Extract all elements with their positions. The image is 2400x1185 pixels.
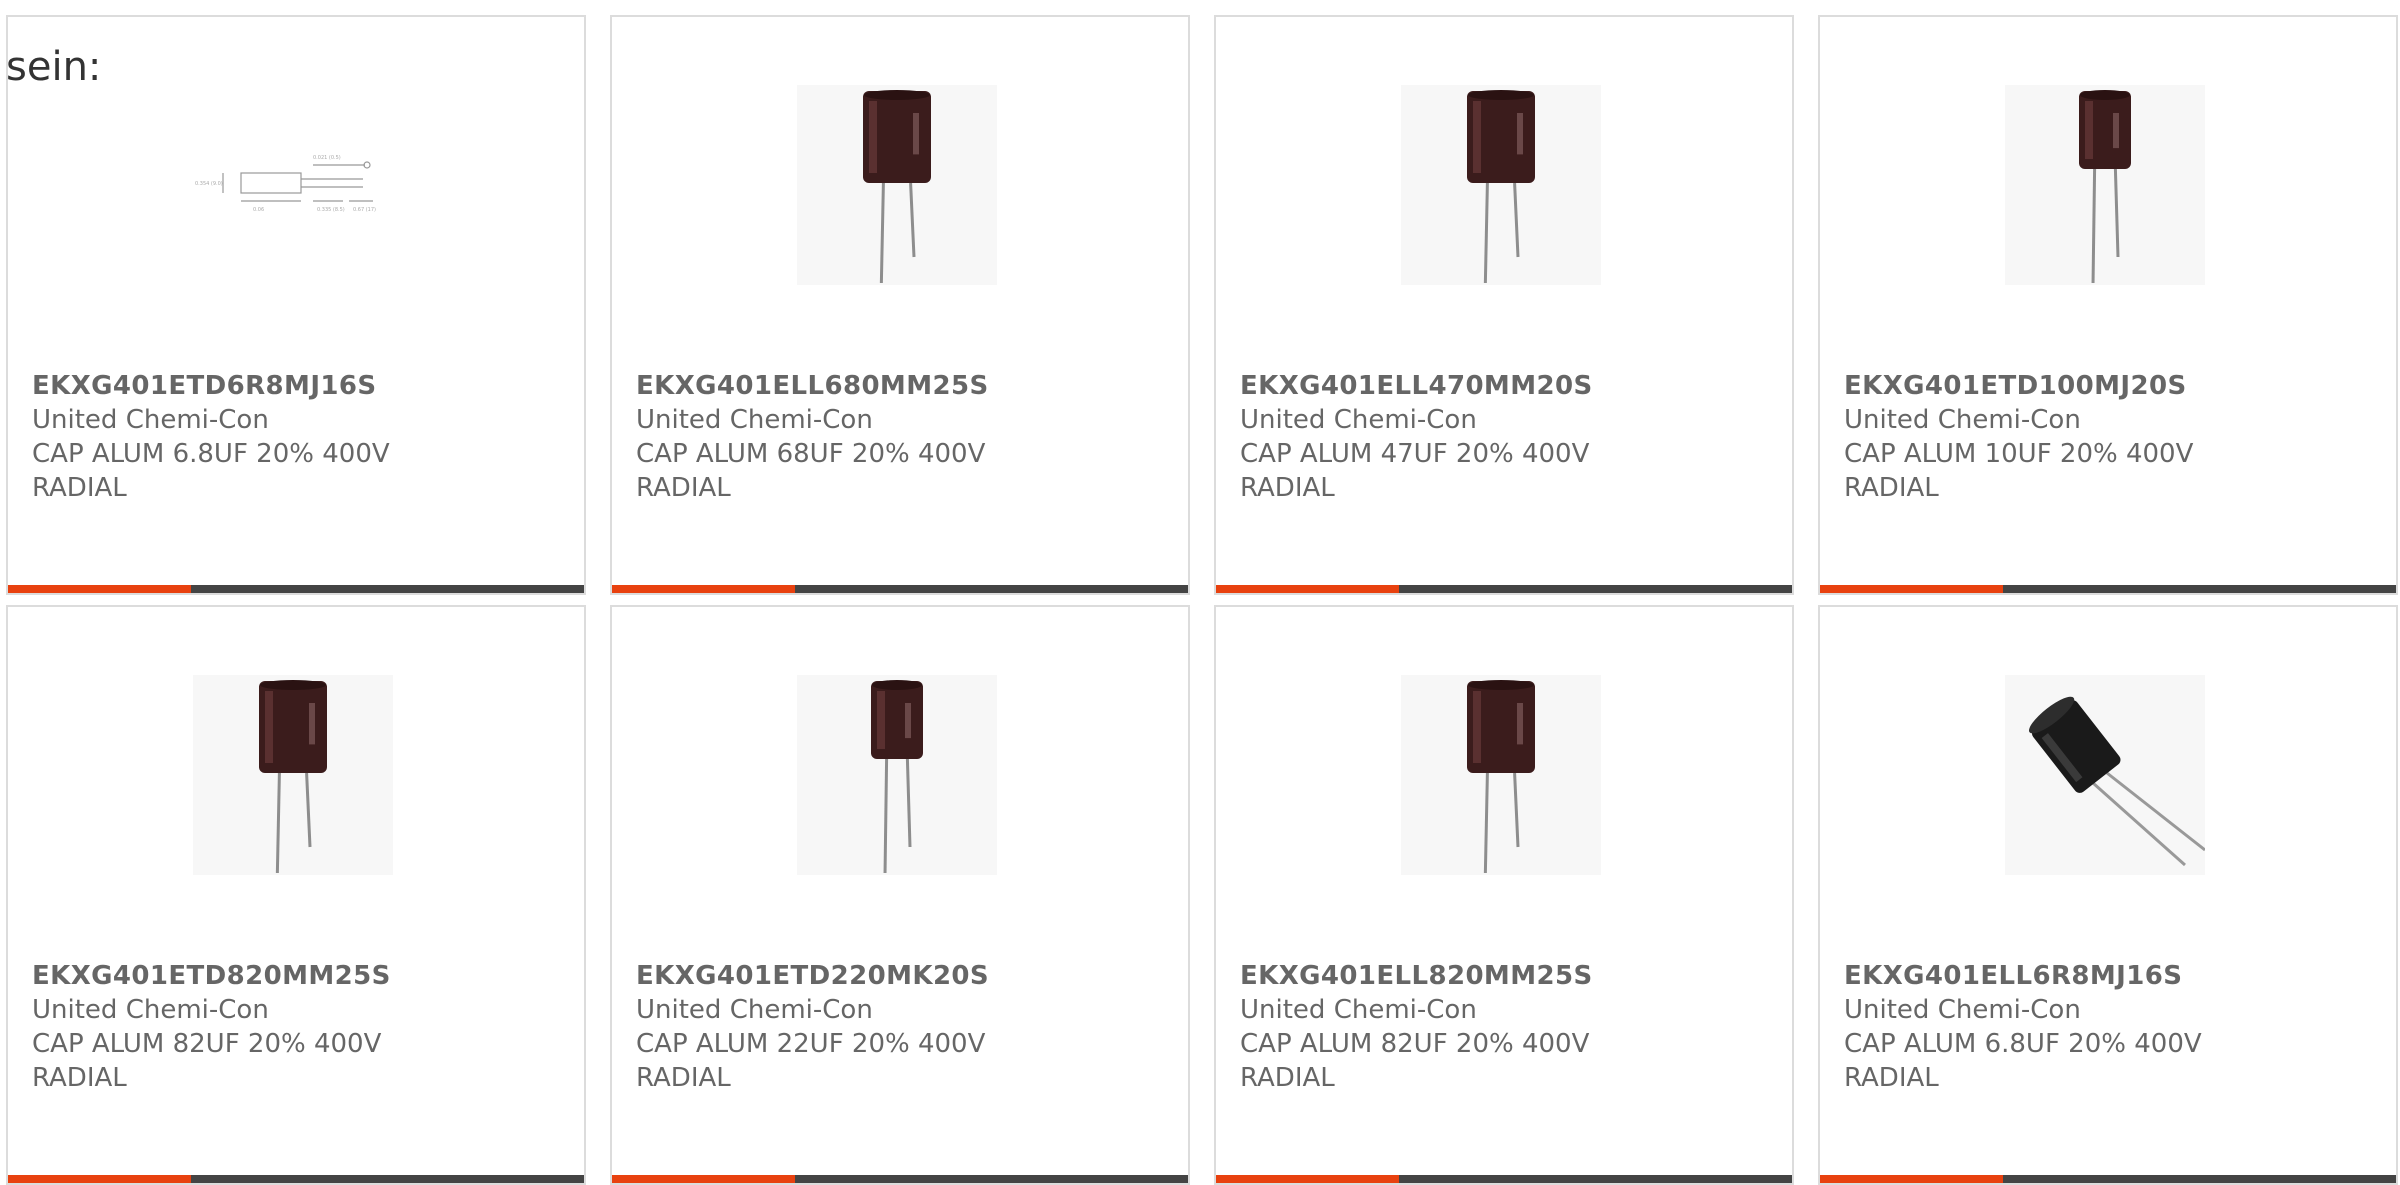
card-bottom-bar <box>1216 1175 1792 1183</box>
product-part-number[interactable]: EKXG401ETD820MM25S <box>32 959 564 993</box>
product-image[interactable] <box>2005 675 2205 875</box>
product-part-number[interactable]: EKXG401ELL820MM25S <box>1240 959 1772 993</box>
product-info: EKXG401ELL820MM25S United Chemi-Con CAP AL… <box>1240 959 1772 1095</box>
product-info: EKXG401ELL680MM25S United Chemi-Con CAP AL… <box>636 369 1168 505</box>
product-manufacturer: United Chemi-Con <box>1240 405 1477 435</box>
product-card[interactable]: EKXG401ELL820MM25S United Chemi-Con CAP AL… <box>1214 605 1794 1185</box>
product-image[interactable] <box>1401 85 1601 285</box>
product-description: CAP ALUM 10UF 20% 400V <box>1844 439 2194 469</box>
product-package: RADIAL <box>1844 1063 1939 1093</box>
card-bottom-bar <box>612 1175 1188 1183</box>
product-image[interactable] <box>1401 675 1601 875</box>
product-part-number[interactable]: EKXG401ETD6R8MJ16S <box>32 369 564 403</box>
product-package: RADIAL <box>32 1063 127 1093</box>
product-info: EKXG401ETD220MK20S United Chemi-Con CAP AL… <box>636 959 1168 1095</box>
card-accent-bar <box>8 585 191 593</box>
product-manufacturer: United Chemi-Con <box>636 405 873 435</box>
product-package: RADIAL <box>636 1063 731 1093</box>
product-description: CAP ALUM 82UF 20% 400V <box>32 1029 382 1059</box>
product-card[interactable]: EKXG401ETD820MM25S United Chemi-Con CAP AL… <box>6 605 586 1185</box>
card-bottom-bar <box>8 585 584 593</box>
product-description: CAP ALUM 6.8UF 20% 400V <box>32 439 390 469</box>
product-info: EKXG401ETD100MJ20S United Chemi-Con CAP AL… <box>1844 369 2376 505</box>
product-description: CAP ALUM 6.8UF 20% 400V <box>1844 1029 2202 1059</box>
product-part-number[interactable]: EKXG401ETD100MJ20S <box>1844 369 2376 403</box>
product-part-number[interactable]: EKXG401ETD220MK20S <box>636 959 1168 993</box>
product-card[interactable]: EKXG401ETD100MJ20S United Chemi-Con CAP AL… <box>1818 15 2398 595</box>
svg-text:0.021 (0.5): 0.021 (0.5) <box>313 155 341 161</box>
product-image[interactable]: 0.354 (9.0) 0.021 (0.5) 0.06 0.335 (8.5) 0.6… <box>193 85 393 285</box>
product-card[interactable]: EKXG401ETD220MK20S United Chemi-Con CAP AL… <box>610 605 1190 1185</box>
product-part-number[interactable]: EKXG401ELL680MM25S <box>636 369 1168 403</box>
card-accent-bar <box>1820 585 2003 593</box>
card-accent-bar <box>1216 1175 1399 1183</box>
card-accent-bar <box>612 1175 795 1183</box>
card-accent-bar <box>1820 1175 2003 1183</box>
product-card[interactable]: 0.354 (9.0) 0.021 (0.5) 0.06 0.335 (8.5) 0.6… <box>6 15 586 595</box>
product-info: EKXG401ELL470MM20S United Chemi-Con CAP AL… <box>1240 369 1772 505</box>
product-info: EKXG401ELL6R8MJ16S United Chemi-Con CAP AL… <box>1844 959 2376 1095</box>
product-manufacturer: United Chemi-Con <box>1844 995 2081 1025</box>
section-heading: sein: <box>6 44 102 90</box>
svg-text:0.06: 0.06 <box>253 207 264 213</box>
product-manufacturer: United Chemi-Con <box>636 995 873 1025</box>
product-package: RADIAL <box>1844 473 1939 503</box>
product-package: RADIAL <box>32 473 127 503</box>
product-card[interactable]: EKXG401ELL6R8MJ16S United Chemi-Con CAP AL… <box>1818 605 2398 1185</box>
product-package: RADIAL <box>1240 1063 1335 1093</box>
product-grid: sein: 0.354 (9.0) 0.021 (0.5) 0.06 0.335 (8… <box>0 0 2400 1185</box>
product-info: EKXG401ETD820MM25S United Chemi-Con CAP AL… <box>32 959 564 1095</box>
product-card[interactable]: EKXG401ELL680MM25S United Chemi-Con CAP AL… <box>610 15 1190 595</box>
product-info: EKXG401ETD6R8MJ16S United Chemi-Con CAP AL… <box>32 369 564 505</box>
product-description: CAP ALUM 22UF 20% 400V <box>636 1029 986 1059</box>
product-description: CAP ALUM 68UF 20% 400V <box>636 439 986 469</box>
product-package: RADIAL <box>1240 473 1335 503</box>
svg-text:0.354 (9.0): 0.354 (9.0) <box>195 181 223 187</box>
product-package: RADIAL <box>636 473 731 503</box>
card-bottom-bar <box>8 1175 584 1183</box>
product-manufacturer: United Chemi-Con <box>32 995 269 1025</box>
card-accent-bar <box>1216 585 1399 593</box>
card-accent-bar <box>612 585 795 593</box>
svg-text:0.335 (8.5): 0.335 (8.5) <box>317 207 345 213</box>
product-image[interactable] <box>797 85 997 285</box>
product-manufacturer: United Chemi-Con <box>1844 405 2081 435</box>
card-accent-bar <box>8 1175 191 1183</box>
product-image[interactable] <box>193 675 393 875</box>
product-image[interactable] <box>2005 85 2205 285</box>
card-bottom-bar <box>1820 1175 2396 1183</box>
product-card[interactable]: EKXG401ELL470MM20S United Chemi-Con CAP AL… <box>1214 15 1794 595</box>
product-part-number[interactable]: EKXG401ELL470MM20S <box>1240 369 1772 403</box>
product-manufacturer: United Chemi-Con <box>1240 995 1477 1025</box>
product-part-number[interactable]: EKXG401ELL6R8MJ16S <box>1844 959 2376 993</box>
svg-text:0.67 (17): 0.67 (17) <box>353 207 376 213</box>
product-description: CAP ALUM 47UF 20% 400V <box>1240 439 1590 469</box>
card-bottom-bar <box>612 585 1188 593</box>
product-manufacturer: United Chemi-Con <box>32 405 269 435</box>
card-bottom-bar <box>1820 585 2396 593</box>
product-image[interactable] <box>797 675 997 875</box>
card-bottom-bar <box>1216 585 1792 593</box>
product-description: CAP ALUM 82UF 20% 400V <box>1240 1029 1590 1059</box>
